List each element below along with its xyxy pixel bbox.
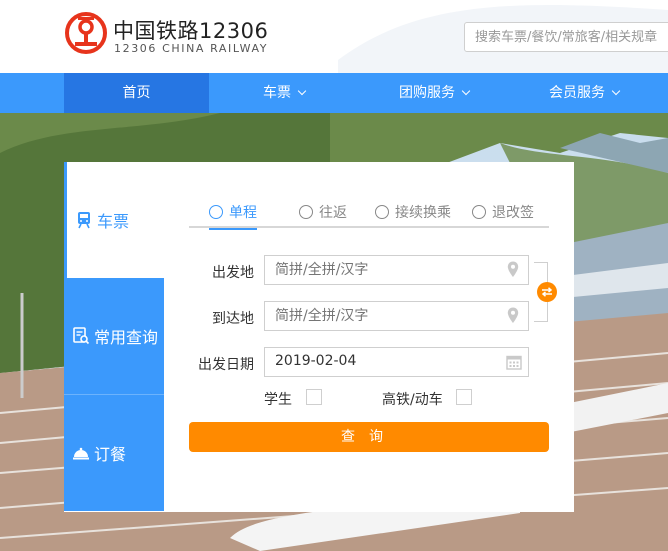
query-doc-icon — [72, 327, 90, 345]
tab-label: 退改签 — [492, 205, 534, 221]
side-tab-meal-order[interactable]: 订餐 — [64, 395, 164, 511]
chevron-down-icon — [297, 86, 307, 96]
nav-item-home[interactable]: 首页 — [64, 73, 209, 113]
highspeed-checkbox[interactable] — [456, 389, 472, 405]
nav-item-tickets[interactable]: 车票 — [209, 73, 359, 113]
side-tab-common-query[interactable]: 常用查询 — [64, 278, 164, 394]
highspeed-label: 高铁/动车 — [382, 392, 443, 408]
chevron-down-icon — [611, 86, 621, 96]
trip-type-tabs: 单程 往返 接续换乘 退改签 — [189, 196, 549, 230]
brand-name-en: 12306 CHINA RAILWAY — [114, 42, 269, 55]
cloche-icon — [72, 444, 90, 462]
train-icon — [75, 211, 93, 229]
site-header: 中国铁路12306 12306 CHINA RAILWAY — [0, 0, 668, 73]
side-tab-label: 车票 — [97, 212, 130, 231]
search-input[interactable] — [464, 22, 668, 52]
tab-label: 接续换乘 — [395, 205, 451, 221]
tab-refund-change[interactable]: 退改签 — [472, 196, 534, 228]
tab-round-trip[interactable]: 往返 — [299, 196, 347, 228]
student-checkbox[interactable] — [306, 389, 322, 405]
chevron-down-icon — [461, 86, 471, 96]
from-label: 出发地 — [212, 265, 254, 281]
to-station-input[interactable] — [264, 301, 529, 331]
nav-item-label: 会员服务 — [549, 85, 605, 101]
one-way-icon — [209, 205, 223, 219]
date-label: 出发日期 — [198, 357, 254, 373]
query-button[interactable]: 查询 — [189, 422, 549, 452]
tab-one-way[interactable]: 单程 — [209, 196, 257, 230]
side-tab-label: 常用查询 — [94, 328, 159, 347]
brand-name-cn: 中国铁路12306 — [113, 19, 269, 43]
tab-label: 往返 — [319, 205, 347, 221]
panel-side-tabs: 车票 常用查询 订餐 — [64, 162, 164, 512]
location-pin-icon — [507, 307, 519, 323]
tab-label: 单程 — [229, 205, 257, 221]
nav-item-member-service[interactable]: 会员服务 — [509, 73, 659, 113]
main-nav: 首页 车票 团购服务 会员服务 — [0, 73, 668, 113]
student-label: 学生 — [264, 392, 292, 408]
nav-item-label: 首页 — [122, 85, 151, 101]
ticket-booking-panel: 车票 常用查询 订餐 单程 往返 接续换乘 退改签 出发地 简拼/全拼/汉字 到… — [64, 162, 574, 512]
nav-item-label: 团购服务 — [399, 85, 455, 101]
side-tab-label: 订餐 — [94, 445, 127, 464]
side-tab-tickets[interactable]: 车票 — [64, 162, 164, 278]
calendar-icon[interactable] — [506, 354, 522, 370]
from-station-input[interactable] — [264, 255, 529, 285]
nav-item-label: 车票 — [263, 85, 291, 101]
nav-item-group-service[interactable]: 团购服务 — [359, 73, 509, 113]
round-trip-icon — [299, 205, 313, 219]
location-pin-icon — [507, 261, 519, 277]
swap-stations-button[interactable] — [537, 282, 557, 302]
transfer-icon — [375, 205, 389, 219]
refund-change-icon — [472, 205, 486, 219]
tab-transfer[interactable]: 接续换乘 — [375, 196, 451, 228]
departure-date-input[interactable]: 2019-02-04 — [264, 347, 529, 377]
china-railway-logo[interactable] — [65, 12, 107, 54]
swap-icon — [541, 287, 553, 297]
to-label: 到达地 — [212, 311, 254, 327]
